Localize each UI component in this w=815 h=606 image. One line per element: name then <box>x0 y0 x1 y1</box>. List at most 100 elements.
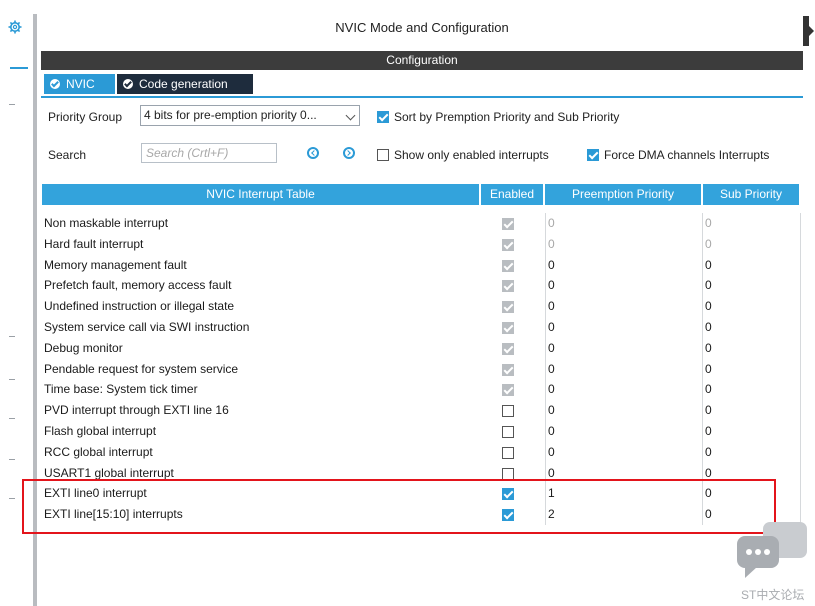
window-title: NVIC Mode and Configuration <box>335 20 509 35</box>
sub-priority-cell[interactable]: 0 <box>702 316 801 338</box>
column-header-enabled[interactable]: Enabled <box>481 184 543 205</box>
force-dma-label: Force DMA channels Interrupts <box>604 148 770 162</box>
enabled-checkbox <box>502 321 514 334</box>
search-next-icon[interactable] <box>343 147 355 159</box>
sub-priority-cell[interactable]: 0 <box>702 213 801 234</box>
show-enabled-checkbox[interactable] <box>377 149 389 161</box>
enabled-checkbox <box>502 280 514 293</box>
divider <box>9 459 15 460</box>
sub-priority-cell[interactable]: 0 <box>702 233 801 255</box>
highlight-box <box>22 479 776 534</box>
divider <box>9 379 15 380</box>
watermark-text: ST中文论坛 <box>741 588 805 602</box>
table-row[interactable]: Memory management fault 0 0 <box>42 254 801 276</box>
preemption-priority-cell[interactable]: 0 <box>545 233 555 255</box>
sub-priority-cell[interactable]: 0 <box>702 441 801 463</box>
table-row[interactable]: Debug monitor 0 0 <box>42 337 801 359</box>
tab-label: Code generation <box>139 77 228 91</box>
enabled-checkbox[interactable] <box>502 425 514 438</box>
chat-bubble-icon <box>737 522 807 578</box>
enabled-checkbox[interactable] <box>502 467 514 480</box>
interrupt-name: USART1 global interrupt <box>44 465 174 480</box>
settings-gear-icon[interactable] <box>8 20 22 34</box>
column-header-preemption[interactable]: Preemption Priority <box>545 184 701 205</box>
configuration-header: Configuration <box>41 51 803 70</box>
table-row[interactable]: Prefetch fault, memory access fault 0 0 <box>42 275 801 297</box>
collapse-arrow-icon[interactable] <box>803 16 814 46</box>
preemption-priority-cell[interactable]: 0 <box>545 358 555 380</box>
interrupt-name: Memory management fault <box>44 257 187 272</box>
interrupt-name: System service call via SWI instruction <box>44 319 250 334</box>
interrupt-name: Time base: System tick timer <box>44 382 198 397</box>
sub-priority-cell[interactable]: 0 <box>702 420 801 442</box>
column-header-sub-priority[interactable]: Sub Priority <box>703 184 799 205</box>
table-row[interactable]: Time base: System tick timer 0 0 <box>42 379 801 401</box>
search-label: Search <box>48 148 87 162</box>
interrupt-name: Non maskable interrupt <box>44 216 169 230</box>
tab-nvic[interactable]: NVIC <box>44 74 115 94</box>
interrupt-name: PVD interrupt through EXTI line 16 <box>44 403 229 418</box>
preemption-priority-cell[interactable]: 0 <box>545 275 555 297</box>
preemption-priority-cell[interactable]: 0 <box>545 400 555 421</box>
tab-label: NVIC <box>66 77 95 91</box>
sub-priority-cell[interactable]: 0 <box>702 254 801 276</box>
preemption-priority-cell[interactable]: 0 <box>545 420 555 442</box>
table-row[interactable]: RCC global interrupt 0 0 <box>42 441 801 463</box>
sub-priority-cell[interactable]: 0 <box>702 337 801 359</box>
chevron-down-icon <box>345 110 356 121</box>
check-circle-icon <box>123 79 133 89</box>
tab-code-generation[interactable]: Code generation <box>117 74 253 94</box>
table-row[interactable]: System service call via SWI instruction 0… <box>42 316 801 338</box>
active-indicator <box>10 67 28 69</box>
enabled-checkbox <box>502 384 514 397</box>
enabled-checkbox <box>502 218 514 230</box>
sort-checkbox-label: Sort by Premption Priority and Sub Prior… <box>394 110 620 124</box>
enabled-checkbox[interactable] <box>502 446 514 459</box>
interrupt-name: Debug monitor <box>44 340 123 355</box>
table-header: NVIC Interrupt Table Enabled Preemption … <box>42 184 799 205</box>
preemption-priority-cell[interactable]: 0 <box>545 254 555 276</box>
divider <box>9 498 15 499</box>
sort-checkbox[interactable] <box>377 111 389 123</box>
sub-priority-cell[interactable]: 0 <box>702 379 801 401</box>
enabled-checkbox[interactable] <box>502 405 514 418</box>
show-enabled-label: Show only enabled interrupts <box>394 148 549 162</box>
preemption-priority-cell[interactable]: 0 <box>545 213 555 234</box>
preemption-priority-cell[interactable]: 0 <box>545 337 555 359</box>
enabled-checkbox <box>502 301 514 314</box>
table-row[interactable]: Non maskable interrupt 0 0 <box>42 213 801 234</box>
priority-group-value: 4 bits for pre-emption priority 0... <box>144 108 317 122</box>
table-row[interactable]: PVD interrupt through EXTI line 16 0 0 <box>42 400 801 421</box>
interrupt-name: Hard fault interrupt <box>44 236 144 251</box>
divider <box>9 418 15 419</box>
interrupt-name: Prefetch fault, memory access fault <box>44 278 232 293</box>
preemption-priority-cell[interactable]: 0 <box>545 316 555 338</box>
enabled-checkbox <box>502 238 514 251</box>
enabled-checkbox <box>502 363 514 376</box>
enabled-checkbox <box>502 259 514 272</box>
search-previous-icon[interactable] <box>307 147 319 159</box>
table-row[interactable]: Pendable request for system service 0 0 <box>42 358 801 380</box>
interrupt-name: Undefined instruction or illegal state <box>44 299 235 314</box>
divider <box>9 336 15 337</box>
search-input[interactable] <box>141 143 277 163</box>
sub-priority-cell[interactable]: 0 <box>702 400 801 421</box>
preemption-priority-cell[interactable]: 0 <box>545 379 555 401</box>
interrupt-name: Pendable request for system service <box>44 361 239 376</box>
interrupt-name: Flash global interrupt <box>44 423 157 438</box>
preemption-priority-cell[interactable]: 0 <box>545 296 555 317</box>
table-row[interactable]: Hard fault interrupt 0 0 <box>42 233 801 255</box>
table-row[interactable]: Undefined instruction or illegal state 0 0 <box>42 296 801 317</box>
tab-strip: NVIC Code generation <box>41 70 803 98</box>
priority-group-label: Priority Group <box>48 110 123 124</box>
sub-priority-cell[interactable]: 0 <box>702 275 801 297</box>
check-circle-icon <box>50 79 60 89</box>
preemption-priority-cell[interactable]: 0 <box>545 441 555 463</box>
force-dma-checkbox[interactable] <box>587 149 599 161</box>
priority-group-select[interactable]: 4 bits for pre-emption priority 0... <box>140 105 360 126</box>
column-header-interrupt[interactable]: NVIC Interrupt Table <box>42 184 479 205</box>
sub-priority-cell[interactable]: 0 <box>702 358 801 380</box>
interrupt-name: RCC global interrupt <box>44 444 153 459</box>
sub-priority-cell[interactable]: 0 <box>702 296 801 317</box>
table-row[interactable]: Flash global interrupt 0 0 <box>42 420 801 442</box>
